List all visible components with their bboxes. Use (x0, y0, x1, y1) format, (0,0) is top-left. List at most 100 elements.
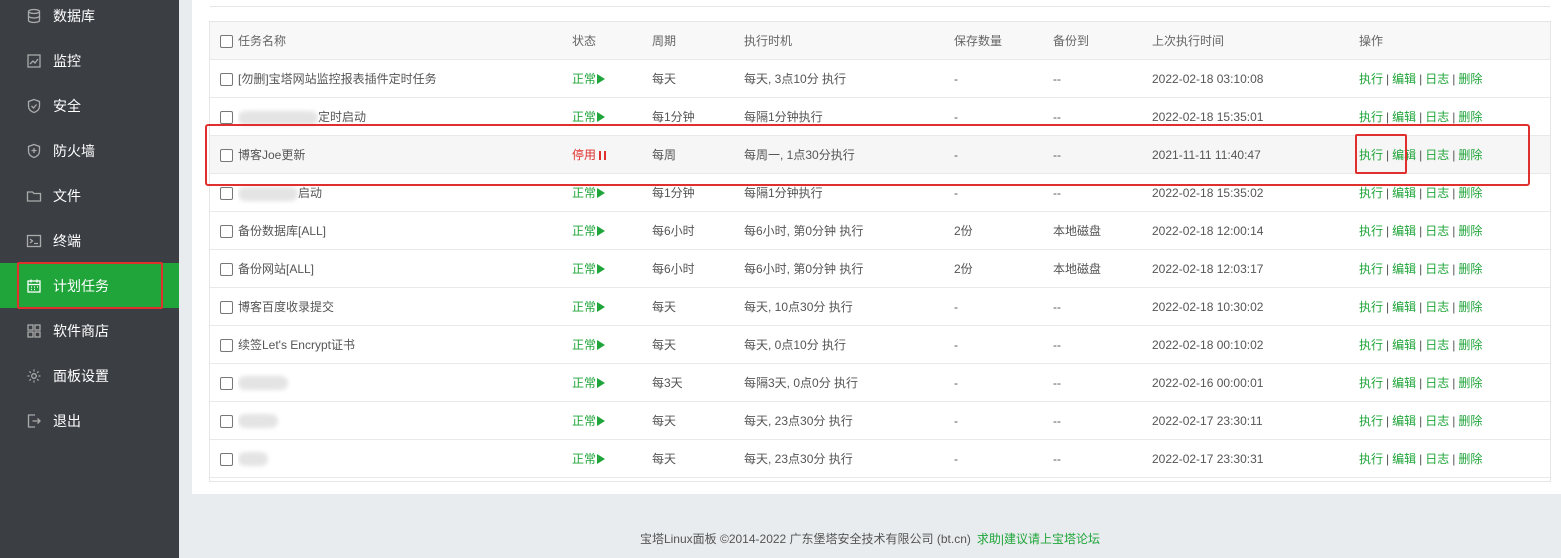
delete-link[interactable]: 删除 (1458, 338, 1482, 352)
task-name: 博客百度收录提交 (238, 300, 335, 314)
log-link[interactable]: 日志 (1425, 72, 1449, 86)
status-toggle[interactable]: 正常 (572, 376, 606, 390)
status-toggle[interactable]: 正常 (572, 186, 606, 200)
status-toggle[interactable]: 正常 (572, 300, 606, 314)
row-checkbox[interactable] (220, 110, 233, 124)
run-link[interactable]: 执行 (1359, 262, 1383, 276)
sidebar-item-files[interactable]: 文件 (0, 173, 179, 218)
sidebar-item-store[interactable]: 软件商店 (0, 308, 179, 353)
status-toggle[interactable]: 正常 (572, 338, 606, 352)
sidebar-item-settings[interactable]: 面板设置 (0, 353, 179, 398)
edit-link[interactable]: 编辑 (1392, 414, 1416, 428)
run-link[interactable]: 执行 (1359, 338, 1383, 352)
cycle-cell: 每1分钟 (652, 97, 744, 136)
run-link[interactable]: 执行 (1359, 148, 1383, 162)
run-link[interactable]: 执行 (1359, 414, 1383, 428)
status-toggle[interactable]: 正常 (572, 262, 606, 276)
status-toggle[interactable]: 正常 (572, 72, 606, 86)
play-icon (597, 302, 606, 312)
row-checkbox[interactable] (220, 300, 233, 314)
run-link[interactable]: 执行 (1359, 110, 1383, 124)
log-link[interactable]: 日志 (1425, 262, 1449, 276)
row-checkbox[interactable] (220, 338, 233, 352)
backup-cell: -- (1053, 59, 1152, 98)
delete-link[interactable]: 删除 (1458, 186, 1482, 200)
time-cell: 每隔3天, 0点0分 执行 (744, 363, 954, 402)
last-run-cell: 2022-02-18 12:00:14 (1152, 211, 1359, 250)
log-link[interactable]: 日志 (1425, 376, 1449, 390)
sidebar-item-logout[interactable]: 退出 (0, 398, 179, 443)
edit-link[interactable]: 编辑 (1392, 262, 1416, 276)
row-checkbox[interactable] (220, 224, 233, 238)
play-icon (597, 454, 606, 464)
delete-link[interactable]: 删除 (1458, 72, 1482, 86)
status-toggle[interactable]: 停用 (572, 148, 607, 162)
delete-link[interactable]: 删除 (1458, 110, 1482, 124)
row-checkbox[interactable] (220, 452, 233, 466)
status-toggle[interactable]: 正常 (572, 110, 606, 124)
edit-link[interactable]: 编辑 (1392, 72, 1416, 86)
status-label: 正常 (572, 376, 597, 390)
sidebar-item-terminal[interactable]: 终端 (0, 218, 179, 263)
status-label: 正常 (572, 72, 597, 86)
log-link[interactable]: 日志 (1425, 110, 1449, 124)
time-cell: 每天, 0点10分 执行 (744, 325, 954, 364)
edit-link[interactable]: 编辑 (1392, 376, 1416, 390)
run-link[interactable]: 执行 (1359, 72, 1383, 86)
edit-link[interactable]: 编辑 (1392, 224, 1416, 238)
delete-link[interactable]: 删除 (1458, 452, 1482, 466)
sidebar-item-cron[interactable]: 计划任务 (0, 263, 179, 308)
status-toggle[interactable]: 正常 (572, 452, 606, 466)
time-cell: 每6小时, 第0分钟 执行 (744, 249, 954, 288)
status-label: 正常 (572, 300, 597, 314)
sidebar-item-label: 数据库 (53, 7, 95, 24)
edit-link[interactable]: 编辑 (1392, 300, 1416, 314)
edit-link[interactable]: 编辑 (1392, 338, 1416, 352)
cycle-cell: 每天 (652, 287, 744, 326)
log-link[interactable]: 日志 (1425, 338, 1449, 352)
delete-link[interactable]: 删除 (1458, 224, 1482, 238)
backup-cell: 本地磁盘 (1053, 211, 1152, 250)
log-link[interactable]: 日志 (1425, 148, 1449, 162)
sidebar-item-database[interactable]: 数据库 (0, 0, 179, 38)
edit-link[interactable]: 编辑 (1392, 110, 1416, 124)
sidebar-item-monitor[interactable]: 监控 (0, 38, 179, 83)
play-icon (597, 112, 606, 122)
run-link[interactable]: 执行 (1359, 376, 1383, 390)
row-checkbox[interactable] (220, 148, 233, 162)
row-checkbox[interactable] (220, 414, 233, 428)
delete-link[interactable]: 删除 (1458, 414, 1482, 428)
run-link[interactable]: 执行 (1359, 300, 1383, 314)
row-checkbox[interactable] (220, 186, 233, 200)
delete-link[interactable]: 删除 (1458, 262, 1482, 276)
edit-link[interactable]: 编辑 (1392, 148, 1416, 162)
status-toggle[interactable]: 正常 (572, 414, 606, 428)
select-all-checkbox[interactable] (220, 34, 233, 48)
delete-link[interactable]: 删除 (1458, 376, 1482, 390)
edit-link[interactable]: 编辑 (1392, 186, 1416, 200)
run-link[interactable]: 执行 (1359, 186, 1383, 200)
row-checkbox[interactable] (220, 376, 233, 390)
row-checkbox[interactable] (220, 72, 233, 86)
sidebar-item-firewall[interactable]: 防火墙 (0, 128, 179, 173)
delete-link[interactable]: 删除 (1458, 148, 1482, 162)
run-link[interactable]: 执行 (1359, 452, 1383, 466)
log-link[interactable]: 日志 (1425, 414, 1449, 428)
log-link[interactable]: 日志 (1425, 186, 1449, 200)
forum-link[interactable]: 求助|建议请上宝塔论坛 (977, 532, 1100, 546)
row-checkbox[interactable] (220, 262, 233, 276)
time-cell: 每隔1分钟执行 (744, 97, 954, 136)
delete-link[interactable]: 删除 (1458, 300, 1482, 314)
status-toggle[interactable]: 正常 (572, 224, 606, 238)
sidebar-item-security[interactable]: 安全 (0, 83, 179, 128)
edit-link[interactable]: 编辑 (1392, 452, 1416, 466)
log-link[interactable]: 日志 (1425, 224, 1449, 238)
task-name: 备份网站[ALL] (238, 262, 315, 276)
log-link[interactable]: 日志 (1425, 300, 1449, 314)
table-row: 正常 每天 每天, 23点30分 执行 - -- 2022-02-17 23:30:31 执… (210, 439, 1550, 478)
log-link[interactable]: 日志 (1425, 452, 1449, 466)
play-icon (597, 340, 606, 350)
logout-icon (26, 413, 42, 429)
run-link[interactable]: 执行 (1359, 224, 1383, 238)
cycle-cell: 每周 (652, 135, 744, 174)
